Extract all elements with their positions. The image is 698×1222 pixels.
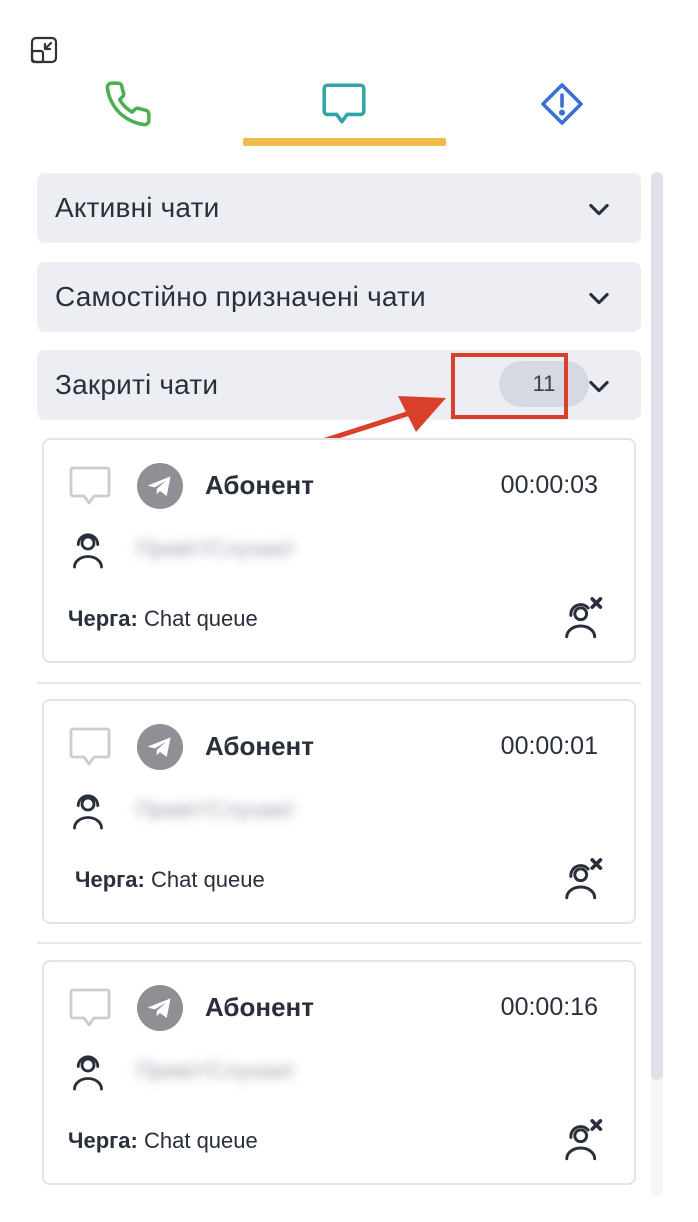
closed-chats-count-badge: 11 — [499, 361, 589, 407]
tab-alerts[interactable] — [502, 72, 622, 136]
chat-queue: Черга: Chat queue — [75, 867, 265, 893]
chat-card[interactable]: Абонент 00:00:16 Привіт!Слухаю! Черга: C… — [42, 960, 636, 1185]
queue-value: Chat queue — [143, 1128, 258, 1153]
chat-contact-name: Абонент — [205, 731, 314, 761]
section-closed-chats[interactable]: Закриті чати 11 — [37, 350, 641, 420]
chat-icon — [69, 466, 111, 505]
chat-card[interactable]: Абонент 00:00:03 Привіт!Слухаю! Черга: C… — [42, 438, 636, 663]
section-title: Активні чати — [55, 192, 220, 223]
chat-last-message: Привіт!Слухаю! — [136, 536, 295, 561]
scrollbar[interactable] — [651, 172, 663, 1197]
chevron-down-icon — [589, 292, 609, 305]
queue-label: Черга: — [68, 606, 138, 631]
telegram-icon — [137, 724, 183, 770]
section-self-assigned-chats[interactable]: Самостійно призначені чати — [37, 262, 641, 332]
scrollbar-thumb[interactable] — [651, 172, 663, 1080]
chevron-down-icon — [589, 380, 609, 393]
divider — [37, 942, 641, 944]
tab-chats[interactable] — [284, 72, 404, 136]
chat-queue: Черга: Chat queue — [68, 606, 258, 632]
section-title: Самостійно призначені чати — [55, 281, 426, 312]
agent-remove-icon[interactable] — [562, 855, 606, 901]
agent-remove-icon[interactable] — [562, 594, 606, 640]
chat-card[interactable]: Абонент 00:00:01 Привіт!Слухаю! Черга: C… — [42, 699, 636, 924]
telegram-icon — [137, 985, 183, 1031]
queue-value: Chat queue — [143, 606, 258, 631]
queue-label: Черга: — [75, 867, 145, 892]
chat-queue: Черга: Chat queue — [68, 1128, 258, 1154]
chat-duration: 00:00:01 — [500, 732, 598, 760]
divider — [37, 682, 641, 684]
collapse-icon[interactable] — [28, 34, 60, 66]
alert-icon — [541, 83, 583, 125]
chat-last-message: Привіт!Слухаю! — [136, 797, 295, 822]
tab-calls[interactable] — [68, 72, 188, 136]
queue-value: Chat queue — [150, 867, 265, 892]
telegram-icon — [137, 463, 183, 509]
chat-icon — [322, 83, 366, 124]
agent-icon — [73, 533, 103, 569]
channel-tabs — [0, 72, 698, 150]
chat-contact-name: Абонент — [205, 992, 314, 1022]
phone-icon — [105, 81, 151, 127]
chat-last-message: Привіт!Слухаю! — [136, 1058, 295, 1083]
chat-duration: 00:00:03 — [500, 471, 598, 499]
agent-icon — [73, 794, 103, 830]
chat-duration: 00:00:16 — [500, 993, 598, 1021]
chat-contact-name: Абонент — [205, 470, 314, 500]
section-title: Закриті чати — [55, 369, 219, 400]
chat-icon — [69, 727, 111, 766]
queue-label: Черга: — [68, 1128, 138, 1153]
agent-icon — [73, 1055, 103, 1091]
chat-icon — [69, 988, 111, 1027]
agent-remove-icon[interactable] — [562, 1116, 606, 1162]
chevron-down-icon — [589, 203, 609, 216]
section-active-chats[interactable]: Активні чати — [37, 173, 641, 243]
active-tab-indicator — [243, 138, 446, 146]
